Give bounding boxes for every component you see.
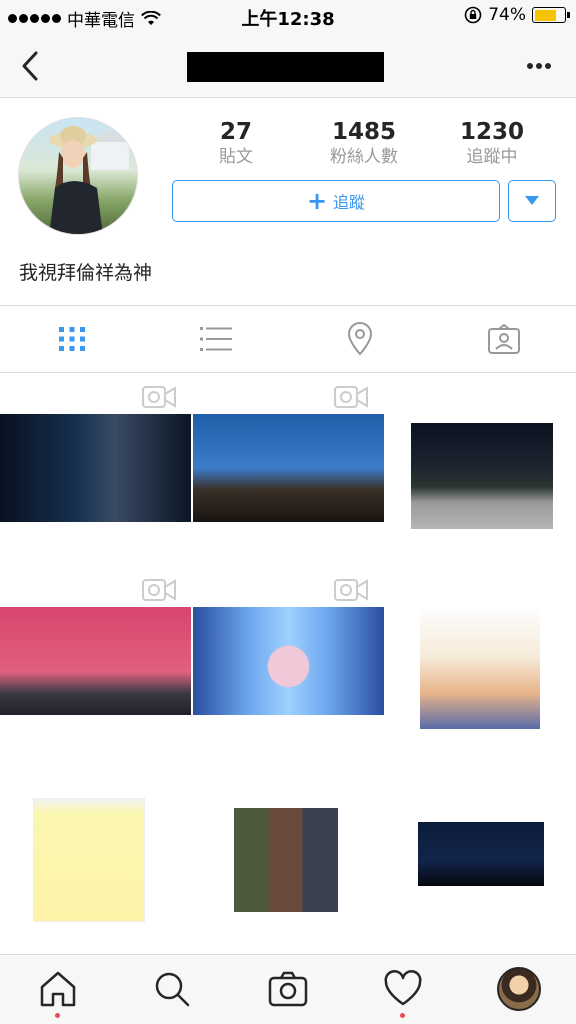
video-camera-icon — [334, 579, 368, 601]
plus-icon: + — [306, 187, 328, 215]
post-image — [0, 414, 191, 522]
status-bar: 中華電信 上午12:38 74% — [0, 0, 576, 34]
chevron-left-icon[interactable] — [16, 48, 48, 84]
stat-label: 貼文 — [219, 147, 253, 167]
post-thumbnail[interactable] — [0, 374, 192, 566]
ellipsis-icon[interactable] — [524, 56, 554, 76]
post-image — [418, 822, 544, 886]
search-icon[interactable] — [152, 969, 192, 1009]
profile-stats: 27 貼文 1485 粉絲人數 1230 追蹤中 — [172, 118, 556, 172]
post-thumbnail[interactable] — [384, 760, 576, 952]
tab-list-view[interactable] — [144, 306, 288, 372]
tagged-person-icon — [488, 324, 520, 354]
stat-value: 27 — [219, 119, 252, 145]
stat-value: 1485 — [331, 119, 396, 145]
post-image — [33, 798, 145, 922]
follow-label: 追蹤 — [333, 193, 366, 212]
stat-label: 粉絲人數 — [330, 147, 398, 167]
home-icon[interactable] — [38, 969, 78, 1009]
post-image — [0, 607, 191, 715]
avatar-photo — [49, 126, 131, 234]
heart-icon[interactable] — [383, 969, 423, 1009]
following-count[interactable]: 1230 追蹤中 — [428, 118, 556, 168]
profile-tabs — [0, 305, 576, 373]
profile-tab-avatar[interactable] — [497, 967, 541, 1011]
video-camera-icon — [142, 579, 176, 601]
post-image — [193, 607, 384, 715]
posts-count: 27 貼文 — [172, 118, 300, 168]
post-thumbnail[interactable] — [192, 760, 384, 952]
post-image — [193, 414, 384, 522]
post-image — [234, 808, 338, 912]
post-thumbnail[interactable] — [192, 374, 384, 566]
profile-bio: 我視拜倫祥為神 — [19, 262, 153, 284]
grid-icon — [59, 327, 85, 351]
stat-value: 1230 — [459, 119, 524, 145]
suggestions-dropdown-button[interactable] — [508, 180, 556, 222]
post-thumbnail[interactable] — [0, 760, 192, 952]
avatar[interactable] — [18, 117, 138, 235]
triangle-down-icon — [525, 196, 539, 205]
list-icon — [200, 327, 232, 351]
notification-dot — [55, 1013, 60, 1018]
battery-percent: 74% — [488, 5, 526, 25]
username-redacted — [187, 52, 384, 82]
tab-places[interactable] — [288, 306, 432, 372]
post-thumbnail[interactable] — [384, 567, 576, 759]
navigation-bar — [0, 34, 576, 98]
status-right: 74% — [464, 5, 570, 25]
location-pin-icon — [347, 322, 373, 356]
bottom-tab-bar — [0, 954, 576, 1024]
notification-dot — [400, 1013, 405, 1018]
video-camera-icon — [334, 386, 368, 408]
post-thumbnail[interactable] — [192, 567, 384, 759]
post-image — [411, 423, 553, 529]
video-camera-icon — [142, 386, 176, 408]
posts-grid — [0, 374, 576, 954]
battery-icon — [532, 7, 570, 23]
stat-label: 追蹤中 — [466, 147, 518, 167]
post-thumbnail[interactable] — [0, 567, 192, 759]
tab-tagged[interactable] — [432, 306, 576, 372]
rotation-lock-icon — [464, 6, 482, 24]
camera-icon[interactable] — [268, 969, 308, 1009]
tab-grid-view[interactable] — [0, 306, 144, 372]
followers-count[interactable]: 1485 粉絲人數 — [300, 118, 428, 168]
follow-button[interactable]: + 追蹤 — [172, 180, 500, 222]
post-thumbnail[interactable] — [384, 374, 576, 566]
post-image — [420, 609, 540, 729]
